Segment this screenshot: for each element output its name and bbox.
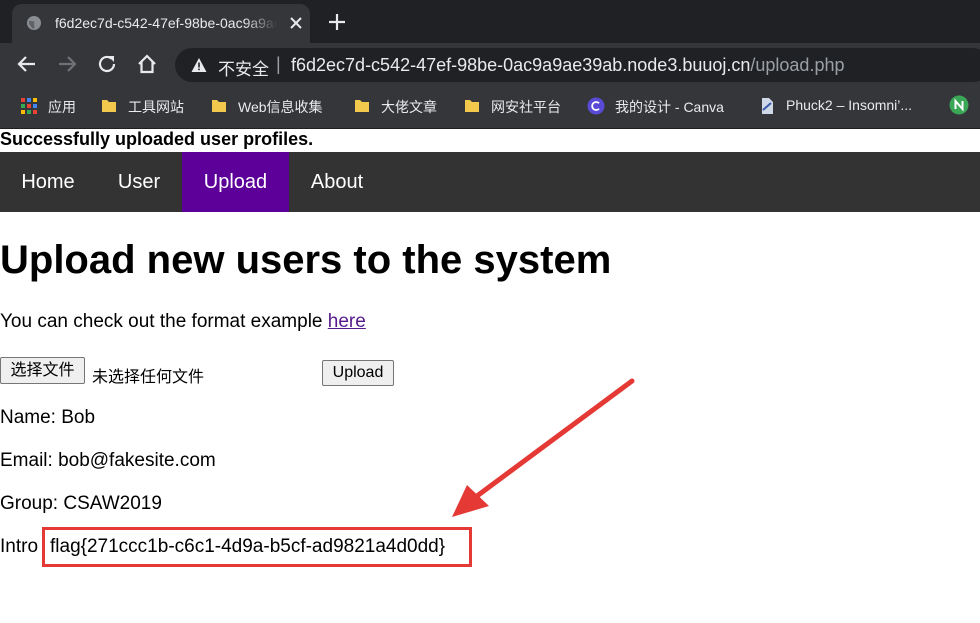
- bookmarks-bar: 应用 工具网站 Web信息收集 大佬文章 网安社平台 我的设计 - Canva …: [0, 86, 980, 129]
- bookmark-label: 网安社平台: [491, 99, 561, 115]
- forward-arrow-icon[interactable]: [55, 52, 79, 76]
- page-icon: [762, 98, 773, 114]
- url-host: f6d2ec7d-c542-47ef-98be-0ac9a9ae39ab.nod…: [291, 55, 751, 75]
- upload-button[interactable]: Upload: [322, 360, 394, 386]
- folder-icon: [465, 100, 479, 112]
- email-field: Email: bob@fakesite.com: [0, 450, 216, 471]
- intro-flag-value: flag{271ccc1b-c6c1-4d9a-b5cf-ad9821a4d0d…: [50, 536, 446, 557]
- tab-title: f6d2ec7d-c542-47ef-98be-0ac9a9ae39ab.nod…: [55, 15, 277, 31]
- url-separator: |: [276, 54, 281, 74]
- format-example-link[interactable]: here: [328, 311, 366, 332]
- browser-toolbar: 不安全 | f6d2ec7d-c542-47ef-98be-0ac9a9ae39…: [0, 43, 980, 86]
- no-file-selected-label: 未选择任何文件: [92, 369, 205, 386]
- close-icon[interactable]: [286, 13, 306, 33]
- insecure-label[interactable]: 不安全: [218, 55, 269, 80]
- nav-about[interactable]: About: [289, 152, 385, 212]
- nav-upload[interactable]: Upload: [182, 152, 289, 212]
- nav-user[interactable]: User: [96, 152, 182, 212]
- site-navbar: Home User Upload About: [0, 152, 980, 212]
- home-icon[interactable]: [135, 52, 159, 76]
- warning-icon: [191, 58, 207, 72]
- bookmark-label: Phuck2 – Insomni’...: [786, 97, 913, 113]
- success-message: Successfully uploaded user profiles.: [0, 129, 314, 149]
- bookmark-label: Web信息收集: [238, 99, 323, 115]
- format-text: You can check out the format example: [0, 311, 328, 332]
- page-title: Upload new users to the system: [0, 238, 612, 282]
- address-bar[interactable]: 不安全 | f6d2ec7d-c542-47ef-98be-0ac9a9ae39…: [175, 48, 980, 82]
- reload-icon[interactable]: [95, 52, 119, 76]
- tab-strip: f6d2ec7d-c542-47ef-98be-0ac9a9ae39ab.nod…: [0, 0, 980, 43]
- choose-file-button[interactable]: 选择文件: [0, 357, 85, 384]
- format-line: You can check out the format example her…: [0, 311, 366, 333]
- canva-icon: [587, 97, 605, 115]
- group-field: Group: CSAW2019: [0, 493, 162, 514]
- extension-icon[interactable]: [949, 95, 969, 115]
- folder-icon: [212, 100, 226, 112]
- folder-icon: [102, 100, 116, 112]
- url-text[interactable]: f6d2ec7d-c542-47ef-98be-0ac9a9ae39ab.nod…: [291, 55, 844, 76]
- bookmark-label: 大佬文章: [381, 99, 437, 115]
- new-tab-icon[interactable]: [326, 11, 348, 33]
- browser-tab[interactable]: f6d2ec7d-c542-47ef-98be-0ac9a9ae39ab.nod…: [12, 4, 310, 43]
- apps-grid-icon: [21, 98, 37, 114]
- globe-icon: [27, 16, 41, 30]
- nav-home[interactable]: Home: [0, 152, 96, 212]
- bookmark-label: 应用: [48, 99, 76, 115]
- back-arrow-icon[interactable]: [15, 52, 39, 76]
- folder-icon: [355, 100, 369, 112]
- bookmark-label: 工具网站: [128, 99, 184, 115]
- intro-label: Intro: [0, 536, 39, 557]
- name-field: Name: Bob: [0, 407, 96, 428]
- url-path: /upload.php: [750, 55, 845, 75]
- bookmark-label: 我的设计 - Canva: [615, 99, 724, 115]
